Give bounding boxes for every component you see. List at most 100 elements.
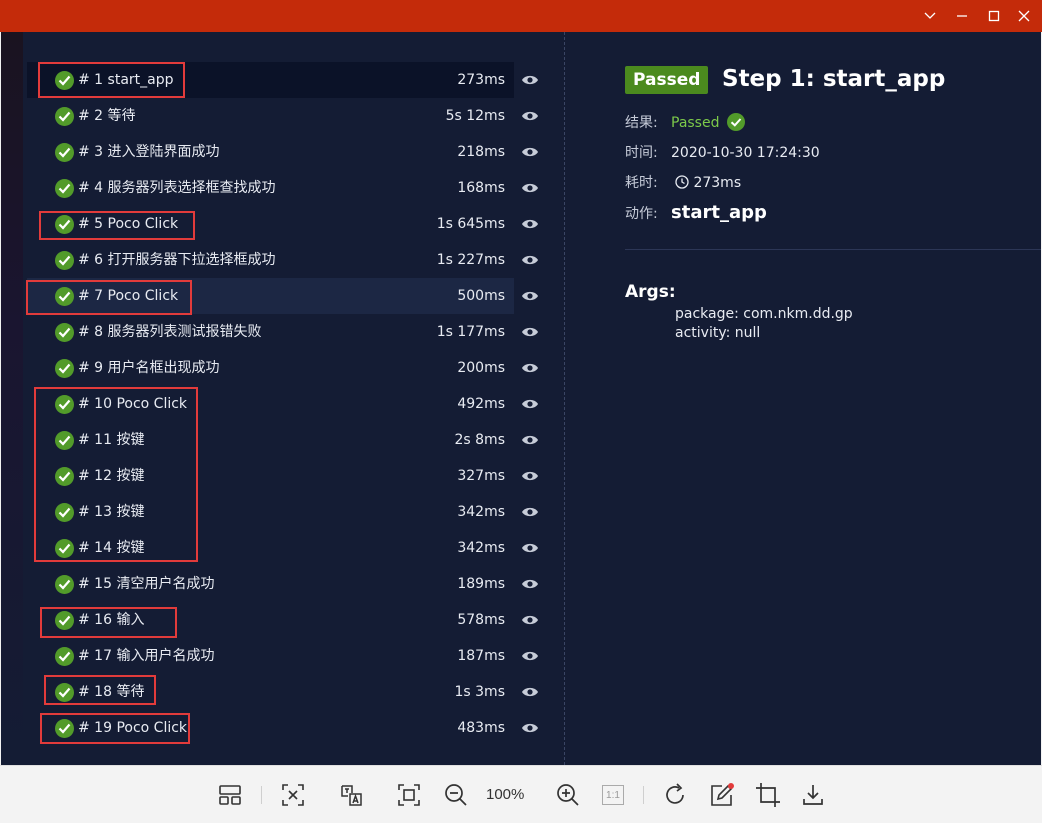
- step-row[interactable]: # 12 按键 327ms: [27, 458, 547, 494]
- step-label: # 4 服务器列表选择框查找成功: [78, 180, 276, 196]
- eye-icon[interactable]: [520, 576, 540, 592]
- step-row[interactable]: # 9 用户名框出现成功 200ms: [27, 350, 547, 386]
- step-label: # 6 打开服务器下拉选择框成功: [78, 252, 276, 268]
- eye-icon[interactable]: [520, 108, 540, 124]
- elapsed-row: 耗时: 273ms: [625, 173, 741, 195]
- result-row: 结果: Passed: [625, 113, 745, 137]
- step-duration: 187ms: [457, 648, 505, 664]
- eye-icon[interactable]: [520, 540, 540, 556]
- step-duration: 342ms: [457, 504, 505, 520]
- toolbar-separator: [261, 786, 262, 804]
- eye-icon[interactable]: [520, 288, 540, 304]
- toolbar-separator: [643, 786, 644, 804]
- minimize-button[interactable]: [946, 0, 978, 32]
- step-row[interactable]: # 10 Poco Click 492ms: [27, 386, 547, 422]
- step-label: # 15 清空用户名成功: [78, 576, 215, 592]
- fit-screen-icon[interactable]: [396, 782, 422, 808]
- eye-icon[interactable]: [520, 504, 540, 520]
- step-label: # 8 服务器列表测试报错失败: [78, 324, 262, 340]
- actual-size-label: 1:1: [602, 785, 624, 805]
- step-row[interactable]: # 8 服务器列表测试报错失败 1s 177ms: [27, 314, 547, 350]
- action-value: start_app: [671, 202, 767, 223]
- check-circle-icon: [55, 71, 74, 90]
- eye-icon[interactable]: [520, 144, 540, 160]
- step-label: # 16 输入: [78, 612, 145, 628]
- eye-icon[interactable]: [520, 720, 540, 736]
- step-label: # 13 按键: [78, 504, 145, 520]
- step-row[interactable]: # 3 进入登陆界面成功 218ms: [27, 134, 547, 170]
- step-row[interactable]: # 1 start_app 273ms: [27, 62, 547, 98]
- step-row[interactable]: # 4 服务器列表选择框查找成功 168ms: [27, 170, 547, 206]
- args-title: Args:: [625, 282, 676, 302]
- step-row[interactable]: # 14 按键 342ms: [27, 530, 547, 566]
- check-circle-icon: [55, 107, 74, 126]
- eye-icon[interactable]: [520, 612, 540, 628]
- step-duration: 200ms: [457, 360, 505, 376]
- step-list: # 1 start_app 273ms # 2 等待 5s 12ms # 3 进入登陆界…: [27, 62, 547, 746]
- check-circle-icon: [55, 647, 74, 666]
- step-title: Step 1: start_app: [722, 66, 946, 92]
- zoom-out-icon[interactable]: [443, 782, 469, 808]
- step-label: # 10 Poco Click: [78, 396, 188, 412]
- crop-icon[interactable]: [755, 782, 781, 808]
- step-row[interactable]: # 13 按键 342ms: [27, 494, 547, 530]
- maximize-button[interactable]: [978, 0, 1010, 32]
- check-circle-icon: [55, 431, 74, 450]
- actual-size-button[interactable]: 1:1: [600, 782, 626, 808]
- edit-icon[interactable]: [709, 782, 735, 808]
- step-duration: 2s 8ms: [454, 432, 506, 448]
- eye-icon[interactable]: [520, 396, 540, 412]
- step-duration: 5s 12ms: [445, 108, 505, 124]
- chevron-down-icon[interactable]: [914, 0, 946, 32]
- step-label: # 14 按键: [78, 540, 145, 556]
- check-circle-icon: [55, 179, 74, 198]
- eye-icon[interactable]: [520, 648, 540, 664]
- step-label: # 1 start_app: [78, 72, 174, 88]
- rotate-icon[interactable]: [662, 782, 688, 808]
- check-circle-icon: [55, 539, 74, 558]
- elapsed-key: 耗时:: [625, 175, 658, 191]
- step-row[interactable]: # 2 等待 5s 12ms: [27, 98, 547, 134]
- eye-icon[interactable]: [520, 180, 540, 196]
- eye-icon[interactable]: [520, 216, 540, 232]
- check-circle-icon: [55, 683, 74, 702]
- eye-icon[interactable]: [520, 324, 540, 340]
- step-row[interactable]: # 18 等待 1s 3ms: [27, 674, 547, 710]
- time-value: 2020-10-30 17:24:30: [671, 145, 820, 161]
- step-row[interactable]: # 11 按键 2s 8ms: [27, 422, 547, 458]
- translate-icon[interactable]: [338, 782, 364, 808]
- status-badge: Passed: [625, 66, 709, 94]
- step-row[interactable]: # 15 清空用户名成功 189ms: [27, 566, 547, 602]
- step-row[interactable]: # 16 输入 578ms: [27, 602, 547, 638]
- step-label: # 9 用户名框出现成功: [78, 360, 220, 376]
- step-label: # 7 Poco Click: [78, 288, 179, 304]
- close-button[interactable]: [1008, 0, 1040, 32]
- step-row[interactable]: # 6 打开服务器下拉选择框成功 1s 227ms: [27, 242, 547, 278]
- eye-icon[interactable]: [520, 468, 540, 484]
- download-icon[interactable]: [800, 782, 826, 808]
- eye-icon[interactable]: [520, 252, 540, 268]
- layout-icon[interactable]: [217, 782, 243, 808]
- time-key: 时间:: [625, 145, 658, 161]
- eye-icon[interactable]: [520, 432, 540, 448]
- step-duration: 578ms: [457, 612, 505, 628]
- zoom-in-icon[interactable]: [555, 782, 581, 808]
- detail-divider: [625, 249, 1041, 250]
- check-circle-icon: [55, 251, 74, 270]
- step-duration: 327ms: [457, 468, 505, 484]
- check-circle-icon: [55, 143, 74, 162]
- extract-text-icon[interactable]: [280, 782, 306, 808]
- step-row[interactable]: # 7 Poco Click 500ms: [27, 278, 547, 314]
- step-label: # 19 Poco Click: [78, 720, 188, 736]
- step-row[interactable]: # 17 输入用户名成功 187ms: [27, 638, 547, 674]
- step-label: # 17 输入用户名成功: [78, 648, 215, 664]
- eye-icon[interactable]: [520, 72, 540, 88]
- step-duration: 492ms: [457, 396, 505, 412]
- step-row[interactable]: # 19 Poco Click 483ms: [27, 710, 547, 746]
- eye-icon[interactable]: [520, 684, 540, 700]
- eye-icon[interactable]: [520, 360, 540, 376]
- check-circle-icon: [55, 359, 74, 378]
- check-circle-icon: [55, 503, 74, 522]
- step-duration: 1s 3ms: [454, 684, 506, 700]
- step-row[interactable]: # 5 Poco Click 1s 645ms: [27, 206, 547, 242]
